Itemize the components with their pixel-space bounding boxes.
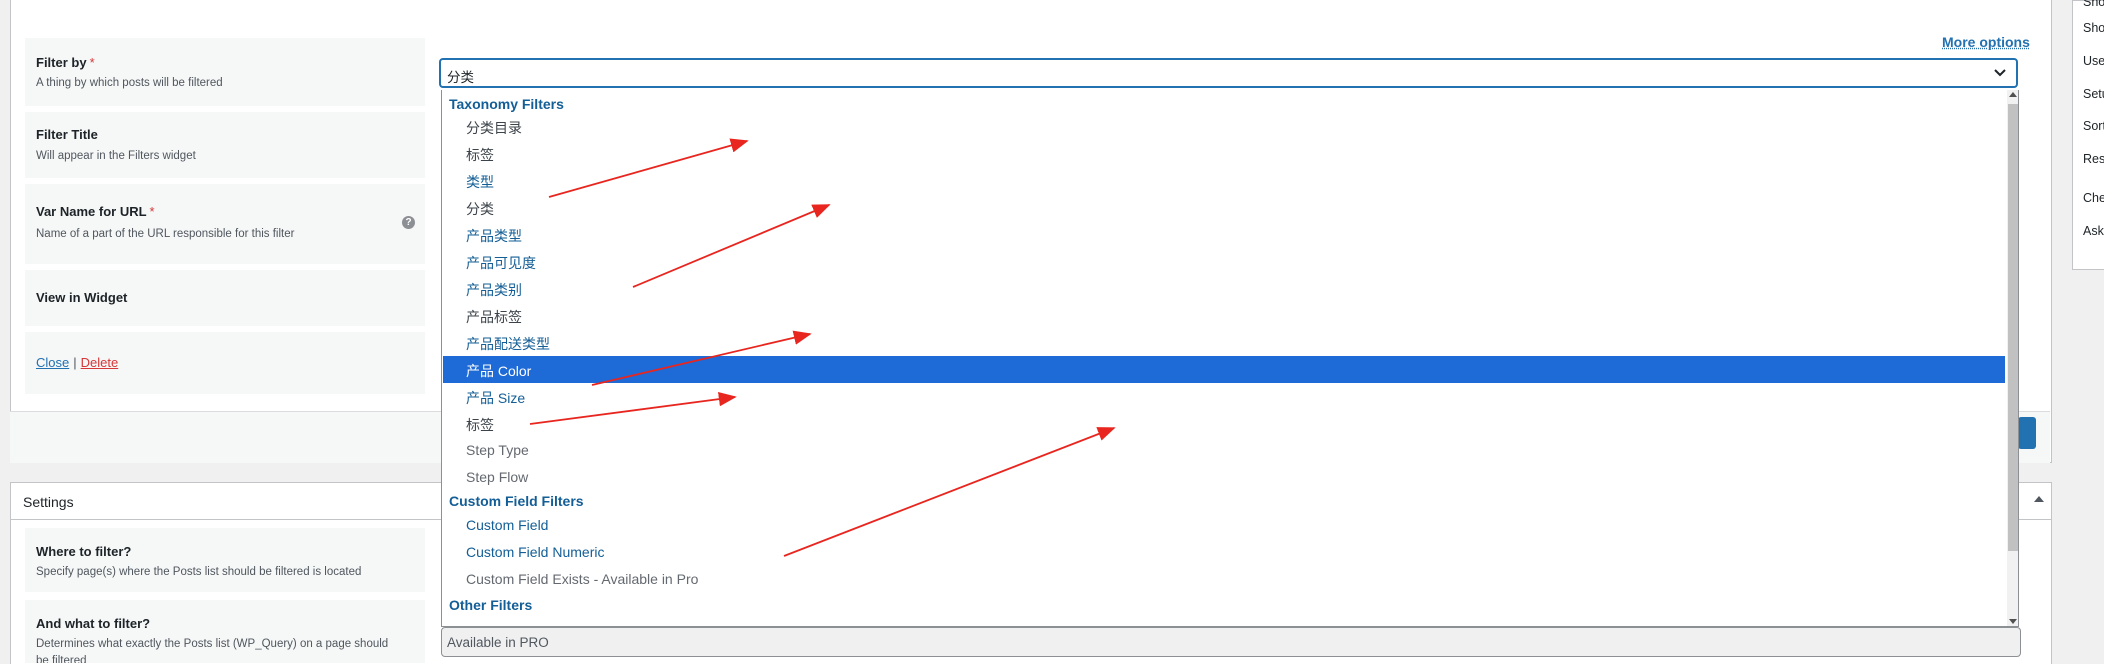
annotation-arrow xyxy=(632,204,831,288)
annotation-arrow xyxy=(529,391,737,425)
annotation-arrow xyxy=(783,427,1116,557)
annotation-arrow xyxy=(548,138,749,198)
annotation-arrows xyxy=(529,138,1116,557)
annotation-arrow xyxy=(591,330,812,386)
